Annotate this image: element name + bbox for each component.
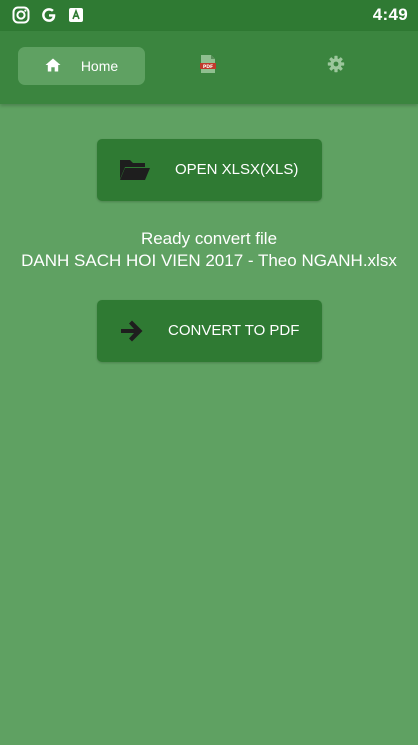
arrow-right-icon — [119, 318, 145, 348]
tab-pdf[interactable]: PDF — [190, 47, 226, 85]
gear-icon — [327, 55, 345, 78]
main-content: OPEN XLSX(XLS) Ready convert file DANH S… — [0, 104, 418, 745]
status-bar: 4:49 — [0, 0, 418, 31]
open-xlsx-button[interactable]: OPEN XLSX(XLS) — [97, 139, 322, 201]
notification-icons — [12, 6, 84, 24]
app-notification-icon — [68, 7, 84, 23]
instagram-icon — [12, 6, 30, 24]
tab-home[interactable]: Home — [18, 47, 145, 85]
tab-home-label: Home — [80, 58, 119, 74]
svg-text:PDF: PDF — [203, 63, 213, 69]
convert-to-pdf-label: CONVERT TO PDF — [168, 322, 300, 339]
status-message: Ready convert file DANH SACH HOI VIEN 20… — [0, 228, 418, 272]
home-icon — [45, 58, 61, 75]
pdf-file-icon: PDF — [199, 54, 217, 79]
app-bar: Home PDF — [0, 31, 418, 104]
google-icon — [40, 6, 58, 24]
status-line-1: Ready convert file — [140, 229, 278, 248]
tab-settings[interactable] — [318, 47, 354, 85]
convert-to-pdf-button[interactable]: CONVERT TO PDF — [97, 300, 322, 362]
status-time: 4:49 — [372, 5, 408, 24]
folder-open-icon — [119, 157, 151, 187]
open-xlsx-label: OPEN XLSX(XLS) — [175, 161, 299, 178]
file-name: DANH SACH HOI VIEN 2017 - Theo NGANH.xls… — [21, 251, 397, 270]
